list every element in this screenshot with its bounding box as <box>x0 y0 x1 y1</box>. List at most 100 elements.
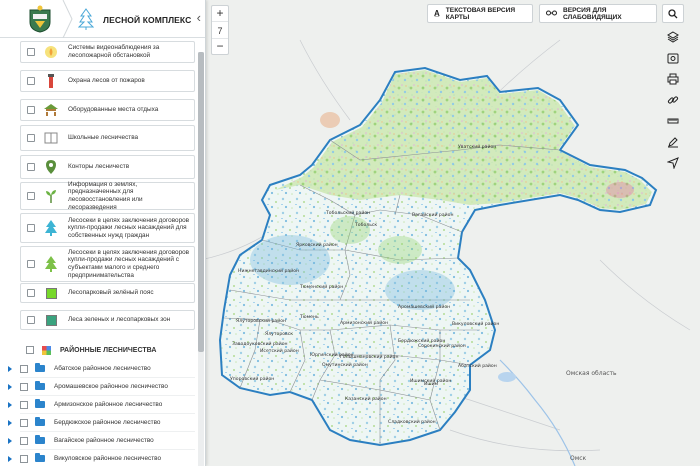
forestry-item[interactable]: Бердюжское районное лесничество <box>8 414 195 432</box>
panel-title: ЛЕСНОЙ КОМПЛЕКС <box>103 15 192 25</box>
expand-arrow-icon[interactable] <box>8 401 12 408</box>
region-emblem-icon <box>22 3 58 35</box>
forestry-label: Вагайское районное лесничество <box>54 437 154 444</box>
layer-checkbox[interactable] <box>27 224 35 232</box>
zoom-out-button[interactable]: − <box>212 39 228 54</box>
forest-logo-icon <box>78 8 94 30</box>
layer-green-zone-forests[interactable]: Леса зеленых и лесопарковых зон <box>20 310 195 330</box>
seedling-icon <box>43 188 59 204</box>
screenshot-button[interactable] <box>662 49 684 66</box>
forestry-checkbox[interactable] <box>20 436 28 445</box>
folder-icon <box>35 399 45 408</box>
district-label: Тобольский район <box>325 209 370 216</box>
layer-checkbox[interactable] <box>27 134 35 142</box>
layer-label: Школьные лесничества <box>68 134 139 142</box>
rest-area-icon <box>43 102 59 118</box>
layer-reforestation-land[interactable]: Информация о землях, предназначенных для… <box>20 181 195 211</box>
district-label: Юргинский район <box>310 351 354 358</box>
district-label: Ишим <box>424 381 439 387</box>
forestry-item[interactable]: Вагайское районное лесничество <box>8 432 195 450</box>
layers-button[interactable] <box>662 28 684 45</box>
zoom-control: + 7 − <box>211 5 229 55</box>
layer-checkbox[interactable] <box>27 260 35 268</box>
expand-arrow-icon[interactable] <box>8 383 12 390</box>
forestry-item[interactable]: Викуловское районное лесничество <box>8 450 195 466</box>
glasses-icon <box>546 9 557 18</box>
chevron-left-icon: ‹ <box>196 10 201 25</box>
lake <box>498 372 516 382</box>
forestry-checkbox[interactable] <box>20 418 28 427</box>
district-label: Армизонский район <box>340 319 388 326</box>
text-version-label: ТЕКСТОВАЯ ВЕРСИЯ КАРТЫ <box>445 6 516 21</box>
layer-label: Лесосеки в целях заключения договоров ку… <box>68 248 190 279</box>
forestry-item[interactable]: Абатское районное лесничество <box>8 360 195 378</box>
omsk-label: Омск <box>570 455 587 462</box>
folder-icon <box>35 417 45 426</box>
forestry-checkbox[interactable] <box>20 382 28 391</box>
layer-checkbox[interactable] <box>27 316 35 324</box>
expand-arrow-icon[interactable] <box>8 437 12 444</box>
forestry-checkbox[interactable] <box>20 400 28 409</box>
layer-label: Конторы лесничеств <box>68 163 130 171</box>
layer-checkbox[interactable] <box>27 77 35 85</box>
scrollbar-thumb[interactable] <box>198 52 204 352</box>
district-label: Сорокинский район <box>418 342 466 349</box>
forestry-item[interactable]: Аромашевское районное лесничество <box>8 378 195 396</box>
collapse-panel-button[interactable]: ‹ <box>197 10 201 25</box>
camera-icon <box>43 44 59 60</box>
text-version-button[interactable]: A̲ ТЕКСТОВАЯ ВЕРСИЯ КАРТЫ <box>427 4 533 23</box>
forestry-label: Бердюжское районное лесничество <box>54 419 161 426</box>
link-icon <box>667 95 679 104</box>
district-label: Казанский район <box>345 395 387 402</box>
layer-checkbox[interactable] <box>27 289 35 297</box>
layer-cutting-areas-business[interactable]: Лесосеки в целях заключения договоров ку… <box>20 246 195 282</box>
accessible-version-button[interactable]: ВЕРСИЯ ДЛЯ СЛАБОВИДЯЩИХ <box>539 4 657 23</box>
district-label: Исетский район <box>260 347 299 354</box>
locate-button[interactable] <box>662 154 684 171</box>
layer-school-forestries[interactable]: Школьные лесничества <box>20 125 195 151</box>
school-icon <box>43 130 59 146</box>
district-forestries-section[interactable]: РАЙОННЫЕ ЛЕСНИЧЕСТВА <box>20 340 195 360</box>
tree-blue-icon <box>43 220 59 236</box>
layer-checkbox[interactable] <box>27 163 35 171</box>
layer-fire-protection[interactable]: Охрана лесов от пожаров <box>20 70 195 92</box>
forestry-checkbox[interactable] <box>20 454 28 463</box>
layer-rest-areas[interactable]: Оборудованные места отдыха <box>20 99 195 121</box>
zoom-level: 7 <box>212 21 228 39</box>
layer-checkbox[interactable] <box>27 48 35 56</box>
layer-forestry-offices[interactable]: Конторы лесничеств <box>20 155 195 179</box>
expand-arrow-icon[interactable] <box>8 419 12 426</box>
screenshot-icon <box>667 53 679 63</box>
print-button[interactable] <box>662 70 684 87</box>
forestry-label: Абатское районное лесничество <box>54 365 151 372</box>
layer-cutting-areas-citizens[interactable]: Лесосеки в целях заключения договоров ку… <box>20 213 195 243</box>
zoom-in-button[interactable]: + <box>212 6 228 21</box>
locate-icon <box>667 156 679 169</box>
layer-checkbox[interactable] <box>27 192 35 200</box>
folder-icon <box>35 435 45 444</box>
forestry-item[interactable]: Армизонское районное лесничество <box>8 396 195 414</box>
search-button[interactable] <box>662 4 684 23</box>
print-icon <box>667 73 679 84</box>
layer-camera-systems[interactable]: Системы видеонаблюдения за лесопожарной … <box>20 41 195 63</box>
draw-button[interactable] <box>662 133 684 150</box>
layer-label: Охрана лесов от пожаров <box>68 77 145 85</box>
district-label: Заводоуковский район <box>232 340 288 347</box>
search-icon <box>668 8 678 18</box>
district-label: Тобольск <box>354 222 377 228</box>
expand-arrow-icon[interactable] <box>8 365 12 372</box>
district-label: Уватский район <box>458 143 496 150</box>
layer-label: Леса зеленых и лесопарковых зон <box>68 316 171 324</box>
layer-forest-park-belt[interactable]: Лесопарковый зелёный пояс <box>20 283 195 303</box>
forestry-checkbox[interactable] <box>20 364 28 373</box>
layer-list-scrollbar[interactable] <box>198 52 204 466</box>
forestry-label: Викуловское районное лесничество <box>54 455 162 462</box>
layer-checkbox[interactable] <box>27 106 35 114</box>
ruler-button[interactable] <box>662 112 684 129</box>
swatch-icon <box>43 312 59 328</box>
expand-arrow-icon[interactable] <box>8 455 12 462</box>
folder-icon <box>35 453 45 462</box>
district-label: Абатский район <box>458 362 497 369</box>
link-button[interactable] <box>662 91 684 108</box>
section-checkbox[interactable] <box>26 346 34 354</box>
